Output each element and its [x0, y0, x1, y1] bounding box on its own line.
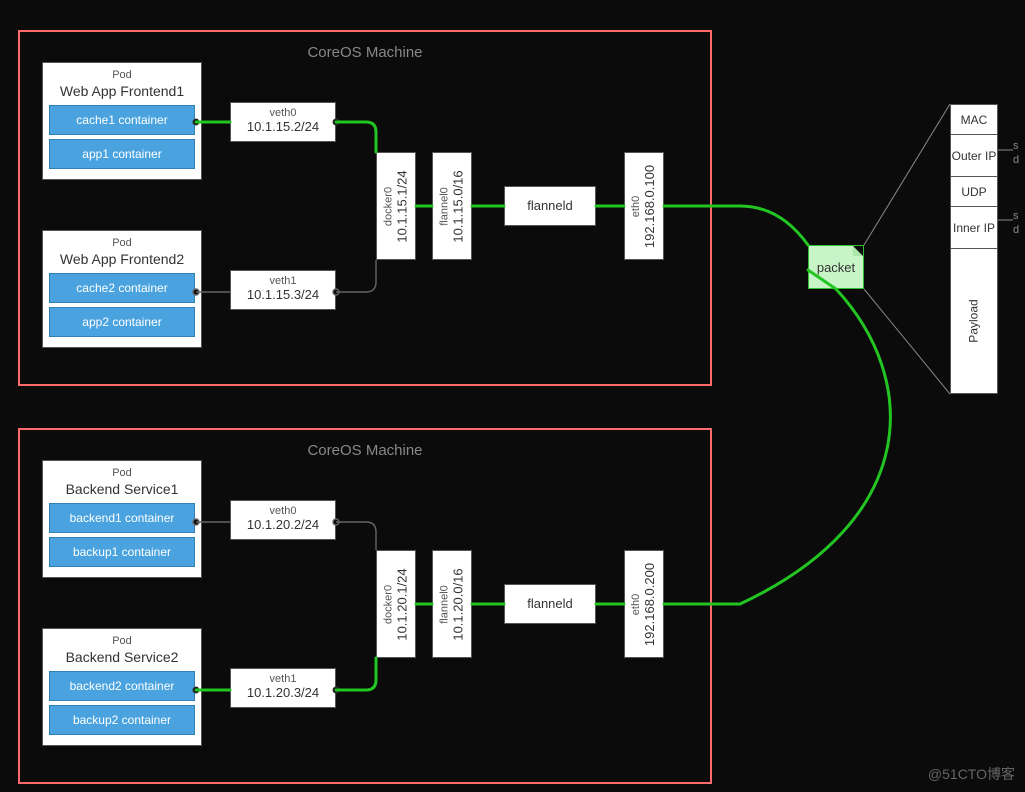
container: backup1 container: [49, 537, 195, 567]
veth0-ip: 10.1.15.2/24: [231, 119, 335, 134]
edge-label: d: [1013, 224, 1019, 236]
edge-label: s: [1013, 140, 1019, 152]
veth1-box: veth1 10.1.15.3/24: [230, 270, 336, 310]
container: backend2 container: [49, 671, 195, 701]
packet-stack: MAC Outer IP UDP Inner IP Payload: [950, 104, 998, 394]
docker0-box: docker010.1.15.1/24: [376, 152, 416, 260]
fold-corner-icon: [853, 246, 863, 256]
docker0-box-2: docker010.1.20.1/24: [376, 550, 416, 658]
flanneld-box-2: flanneld: [504, 584, 596, 624]
container: cache2 container: [49, 273, 195, 303]
pod-label: Pod: [49, 69, 195, 81]
pod-title: Backend Service1: [49, 481, 195, 497]
machine-title: CoreOS Machine: [307, 44, 422, 61]
stack-outer-ip: Outer IP: [951, 135, 997, 177]
flanneld-box: flanneld: [504, 186, 596, 226]
machine-title: CoreOS Machine: [307, 442, 422, 459]
watermark: @51CTO博客: [928, 764, 1015, 784]
pod-label: Pod: [49, 237, 195, 249]
pod-1: Pod Web App Frontend1 cache1 container a…: [42, 62, 202, 180]
veth1-label: veth1: [231, 275, 335, 287]
veth0-box-2: veth0 10.1.20.2/24: [230, 500, 336, 540]
pod-title: Web App Frontend2: [49, 251, 195, 267]
pod-label: Pod: [49, 635, 195, 647]
container: cache1 container: [49, 105, 195, 135]
container: backend1 container: [49, 503, 195, 533]
veth1-ip: 10.1.15.3/24: [231, 287, 335, 302]
edge-label: d: [1013, 154, 1019, 166]
eth0-box-2: eth0192.168.0.200: [624, 550, 664, 658]
stack-inner-ip: Inner IP: [951, 207, 997, 249]
container: app1 container: [49, 139, 195, 169]
edge-label: s: [1013, 210, 1019, 222]
flannel0-box: flannel010.1.15.0/16: [432, 152, 472, 260]
pod-title: Web App Frontend1: [49, 83, 195, 99]
pod-2: Pod Web App Frontend2 cache2 container a…: [42, 230, 202, 348]
pod-3: Pod Backend Service1 backend1 container …: [42, 460, 202, 578]
flannel0-box-2: flannel010.1.20.0/16: [432, 550, 472, 658]
veth0-box: veth0 10.1.15.2/24: [230, 102, 336, 142]
container: app2 container: [49, 307, 195, 337]
packet-box: packet: [808, 245, 864, 289]
stack-udp: UDP: [951, 177, 997, 207]
stack-payload: Payload: [951, 249, 997, 393]
pod-label: Pod: [49, 467, 195, 479]
veth0-label: veth0: [231, 107, 335, 119]
pod-4: Pod Backend Service2 backend2 container …: [42, 628, 202, 746]
container: backup2 container: [49, 705, 195, 735]
veth1-box-2: veth1 10.1.20.3/24: [230, 668, 336, 708]
stack-mac: MAC: [951, 105, 997, 135]
pod-title: Backend Service2: [49, 649, 195, 665]
eth0-box: eth0192.168.0.100: [624, 152, 664, 260]
